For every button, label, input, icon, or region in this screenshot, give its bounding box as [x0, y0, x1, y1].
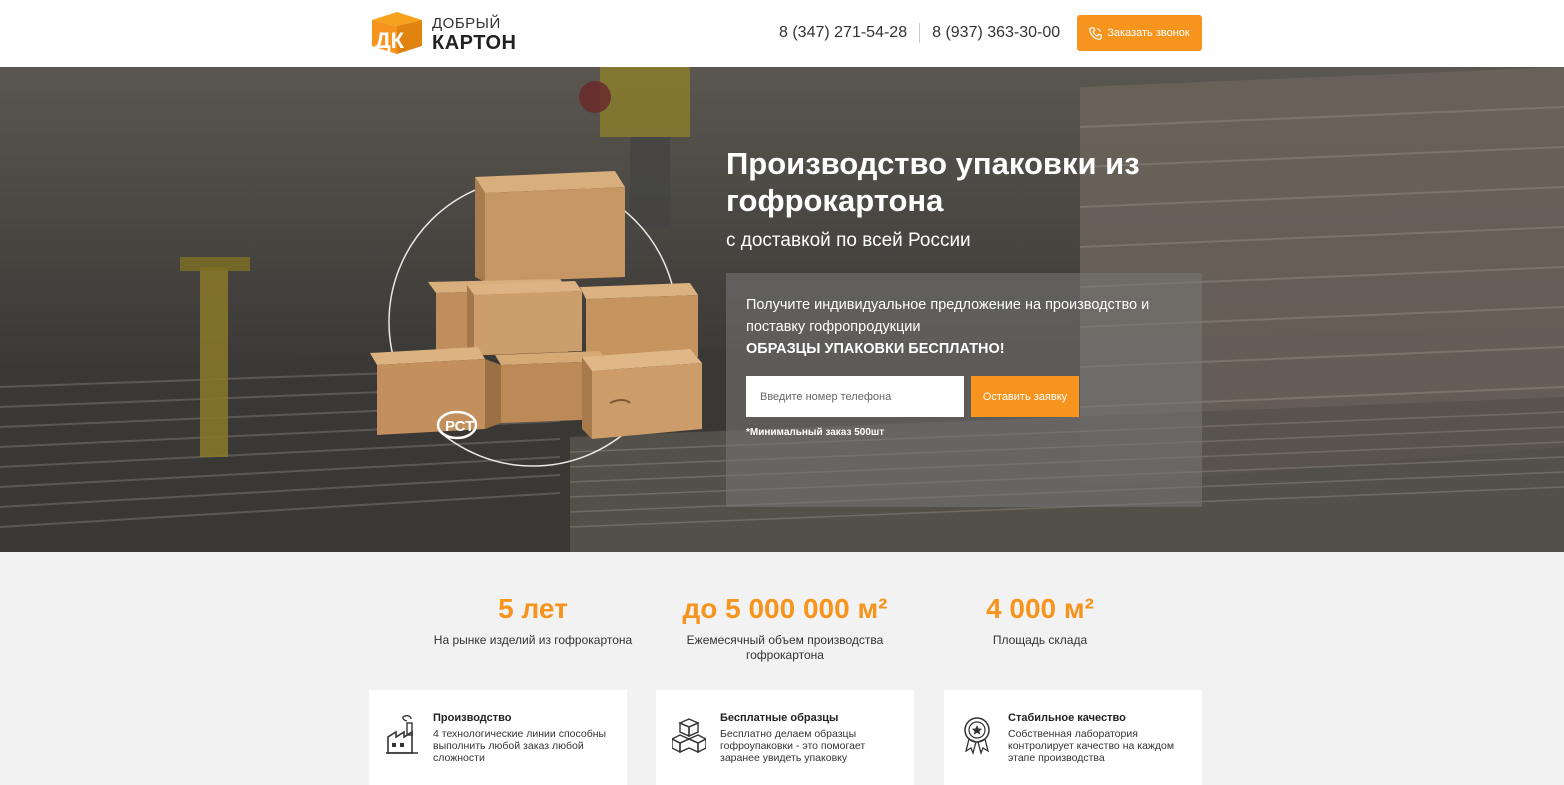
stat-value: 5 лет: [498, 593, 568, 624]
phone-number-1[interactable]: 8 (347) 271-54-28: [779, 24, 907, 42]
feature-text: 4 технологические линии способны выполни…: [433, 728, 607, 765]
feature-title: Стабильное качество: [1008, 712, 1126, 724]
logo-mark-icon: ДК: [372, 12, 422, 54]
offer-free-samples: ОБРАЗЦЫ УПАКОВКИ БЕСПЛАТНО!: [746, 340, 1005, 357]
phone-input[interactable]: [746, 376, 964, 417]
hero-title: Производство упаковки из гофрокартона: [726, 146, 1140, 219]
feature-text: Бесплатно делаем образцы гофроупаковки -…: [720, 728, 866, 765]
stat-years: 5 лет На рынке изделий из гофрокартона: [423, 593, 643, 648]
order-call-button[interactable]: Заказать звонок: [1077, 15, 1202, 51]
feature-title: Производство: [433, 712, 512, 724]
stat-value: до 5 000 000 м²: [682, 593, 888, 624]
offer-text: Получите индивидуальное предложение на п…: [746, 295, 1186, 360]
phone-icon: [1089, 26, 1103, 40]
logo[interactable]: ДК ДОБРЫЙ КАРТОН: [368, 10, 518, 58]
stat-monthly-volume: до 5 000 000 м² Ежемесячный объем произв…: [665, 593, 905, 663]
stat-value: 4 000 м²: [986, 593, 1094, 624]
logo-bottom-text: КАРТОН: [432, 32, 517, 54]
header-phones: 8 (347) 271-54-28 8 (937) 363-30-00: [779, 23, 1060, 43]
cardboard-boxes-image: [370, 171, 702, 439]
stat-label: На рынке изделий из гофрокартона: [433, 633, 633, 647]
feature-text: Собственная лаборатория контролирует кач…: [1008, 728, 1175, 765]
factory-icon: [386, 715, 418, 754]
rst-badge-text: РСТ: [445, 418, 474, 435]
boxes-icon: [672, 718, 706, 754]
quality-badge-icon: [964, 717, 990, 755]
offer-description: Получите индивидуальное предложение на п…: [746, 297, 1150, 335]
feature-title: Бесплатные образцы: [720, 712, 839, 724]
stat-warehouse-area: 4 000 м² Площадь склада: [950, 593, 1130, 648]
logo-mark-text: ДК: [375, 28, 405, 53]
phone-number-2[interactable]: 8 (937) 363-30-00: [932, 24, 1060, 42]
hero-subtitle: с доставкой по всей России: [726, 230, 971, 251]
phone-divider: [919, 23, 921, 43]
feature-card-free-samples: Бесплатные образцы Бесплатно делаем обра…: [656, 690, 914, 785]
logo-top-text: ДОБРЫЙ: [432, 15, 501, 32]
offer-form-box: Получите индивидуальное предложение на п…: [726, 273, 1202, 507]
order-call-label: Заказать звонок: [1107, 27, 1190, 39]
feature-card-quality: Стабильное качество Собственная лаборато…: [944, 690, 1202, 785]
hero-section: РСТ Производство упаковки из гофрокартон…: [0, 67, 1564, 552]
stat-label: Ежемесячный объем производства гофрокарт…: [686, 633, 884, 662]
feature-card-production: Производство 4 технологические линии спо…: [369, 690, 627, 785]
stat-label: Площадь склада: [992, 633, 1088, 647]
minimum-order-note: *Минимальный заказ 500шт: [746, 427, 885, 438]
submit-request-button[interactable]: Оставить заявку: [971, 376, 1079, 417]
rst-certification-badge: РСТ: [436, 410, 478, 440]
rst-badge-icon: РСТ: [436, 410, 478, 440]
site-header: ДК ДОБРЫЙ КАРТОН 8 (347) 271-54-28 8 (93…: [0, 0, 1564, 67]
